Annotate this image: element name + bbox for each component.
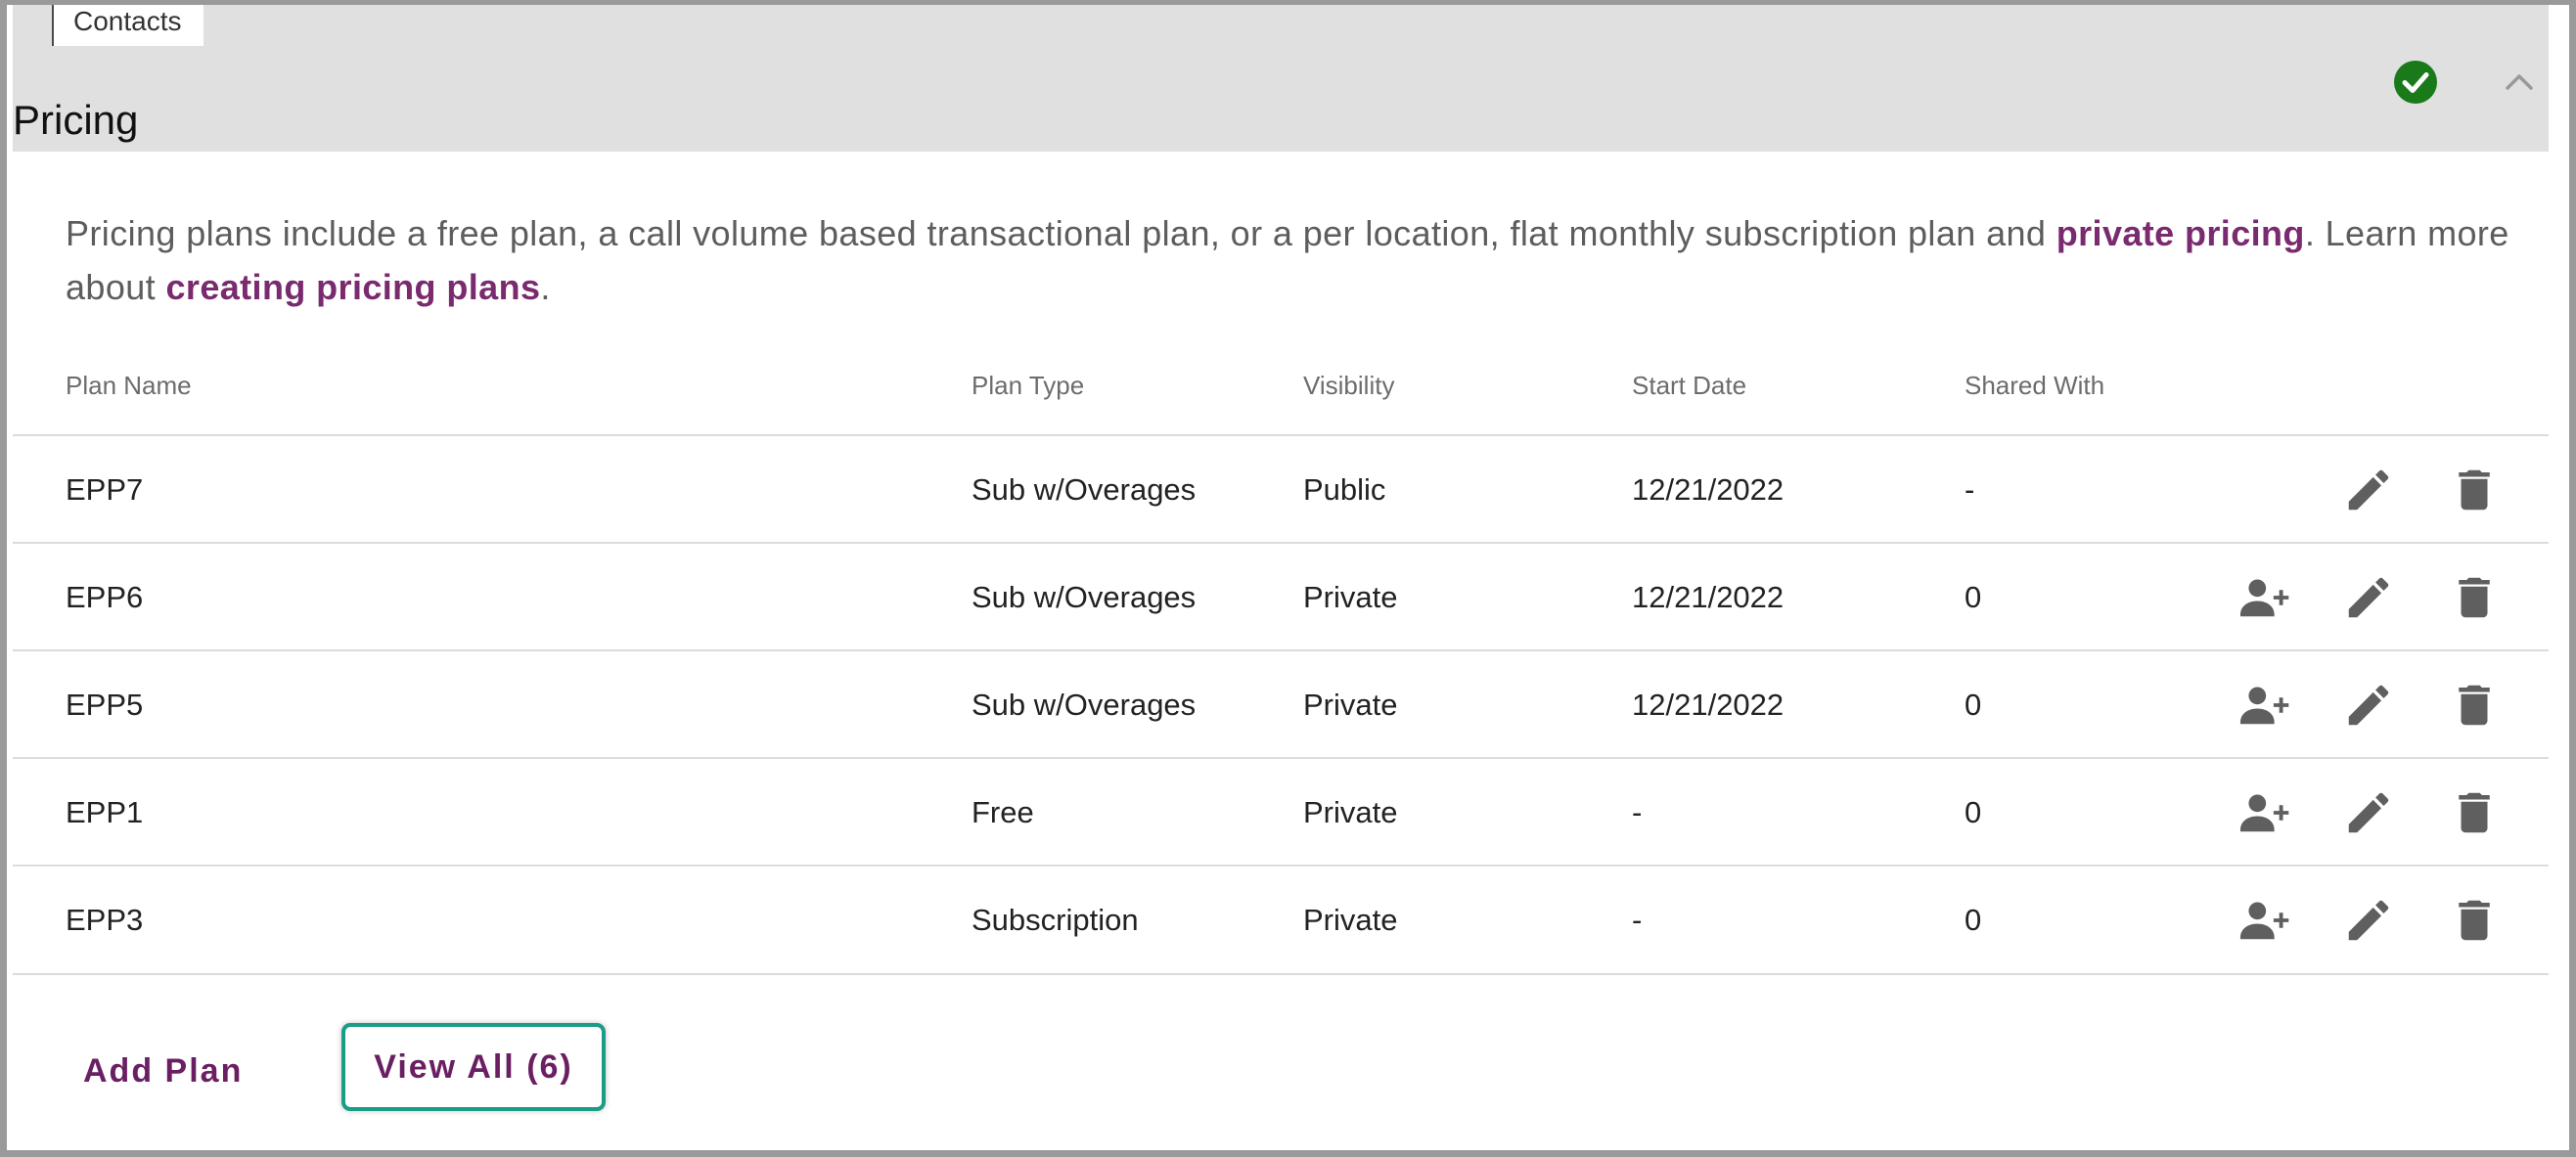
add-plan-button[interactable]: Add Plan xyxy=(83,1046,243,1095)
shared-with-cell: 0 xyxy=(1965,795,1982,829)
shared-with-cell: 0 xyxy=(1965,688,1982,722)
plan-type-cell: Sub w/Overages xyxy=(972,688,1197,722)
page-title: Pricing xyxy=(13,96,139,143)
visibility-cell: Private xyxy=(1303,688,1398,722)
shared-with-cell: 0 xyxy=(1965,580,1982,614)
delete-button[interactable] xyxy=(2448,894,2501,947)
share-plan-button[interactable] xyxy=(2238,679,2291,732)
plan-name-cell: EPP5 xyxy=(66,688,144,722)
column-header-plan-type[interactable]: Plan Type xyxy=(972,369,1084,402)
plan-name-cell: EPP3 xyxy=(66,903,144,937)
intro-paragraph: Pricing plans include a free plan, a cal… xyxy=(66,206,2551,314)
add-user-icon xyxy=(2239,902,2289,940)
add-user-icon xyxy=(2239,579,2289,617)
divider xyxy=(13,542,2549,544)
chevron-up-icon[interactable] xyxy=(2503,66,2536,99)
divider xyxy=(13,649,2549,651)
tab-contacts[interactable]: Contacts xyxy=(52,5,203,46)
delete-button[interactable] xyxy=(2448,571,2501,624)
edit-pencil-icon xyxy=(2348,900,2389,941)
column-header-visibility[interactable]: Visibility xyxy=(1303,369,1394,402)
start-date-cell: 12/21/2022 xyxy=(1632,580,1785,614)
delete-button[interactable] xyxy=(2448,786,2501,839)
divider xyxy=(13,865,2549,867)
start-date-cell: 12/21/2022 xyxy=(1632,472,1785,507)
shared-with-cell: 0 xyxy=(1965,903,1982,937)
edit-pencil-icon xyxy=(2348,577,2389,618)
delete-button[interactable] xyxy=(2448,679,2501,732)
edit-button[interactable] xyxy=(2342,786,2395,839)
plan-type-cell: Subscription xyxy=(972,903,1139,937)
intro-text: . xyxy=(540,267,551,307)
plan-type-cell: Free xyxy=(972,795,1034,829)
edit-pencil-icon xyxy=(2348,469,2389,511)
delete-button[interactable] xyxy=(2448,464,2501,516)
edit-button[interactable] xyxy=(2342,679,2395,732)
edit-button[interactable] xyxy=(2342,894,2395,947)
column-header-start-date[interactable]: Start Date xyxy=(1632,369,1746,402)
start-date-cell: - xyxy=(1632,903,1643,937)
column-header-plan-name[interactable]: Plan Name xyxy=(66,369,192,402)
plan-name-cell: EPP6 xyxy=(66,580,144,614)
edit-pencil-icon xyxy=(2348,792,2389,833)
pricing-panel: Contacts Pricing Pricing plans include a… xyxy=(13,5,2549,1147)
visibility-cell: Private xyxy=(1303,580,1398,614)
share-plan-button[interactable] xyxy=(2238,786,2291,839)
share-plan-button[interactable] xyxy=(2238,571,2291,624)
check-circle-icon xyxy=(2394,61,2437,104)
edit-button[interactable] xyxy=(2342,464,2395,516)
add-user-icon xyxy=(2239,687,2289,725)
trash-icon xyxy=(2459,469,2490,511)
trash-icon xyxy=(2459,577,2490,618)
start-date-cell: - xyxy=(1632,795,1643,829)
trash-icon xyxy=(2459,685,2490,726)
visibility-cell: Private xyxy=(1303,795,1398,829)
share-plan-button[interactable] xyxy=(2238,894,2291,947)
plan-name-cell: EPP1 xyxy=(66,795,144,829)
plan-name-cell: EPP7 xyxy=(66,472,144,507)
divider xyxy=(13,757,2549,759)
column-header-shared-with[interactable]: Shared With xyxy=(1965,369,2104,402)
visibility-cell: Public xyxy=(1303,472,1386,507)
divider xyxy=(13,973,2549,975)
panel-header[interactable]: Contacts Pricing xyxy=(13,5,2549,152)
private-pricing-link[interactable]: private pricing xyxy=(2056,213,2305,253)
edit-pencil-icon xyxy=(2348,685,2389,726)
divider xyxy=(13,434,2549,436)
plan-type-cell: Sub w/Overages xyxy=(972,472,1197,507)
creating-pricing-plans-link[interactable]: creating pricing plans xyxy=(166,267,541,307)
shared-with-cell: - xyxy=(1965,472,1975,507)
visibility-cell: Private xyxy=(1303,903,1398,937)
intro-text: Pricing plans include a free plan, a cal… xyxy=(66,213,2056,253)
trash-icon xyxy=(2459,900,2490,941)
edit-button[interactable] xyxy=(2342,571,2395,624)
add-user-icon xyxy=(2239,794,2289,832)
view-all-button[interactable]: View All (6) xyxy=(341,1023,606,1111)
plan-type-cell: Sub w/Overages xyxy=(972,580,1197,614)
trash-icon xyxy=(2459,792,2490,833)
start-date-cell: 12/21/2022 xyxy=(1632,688,1785,722)
